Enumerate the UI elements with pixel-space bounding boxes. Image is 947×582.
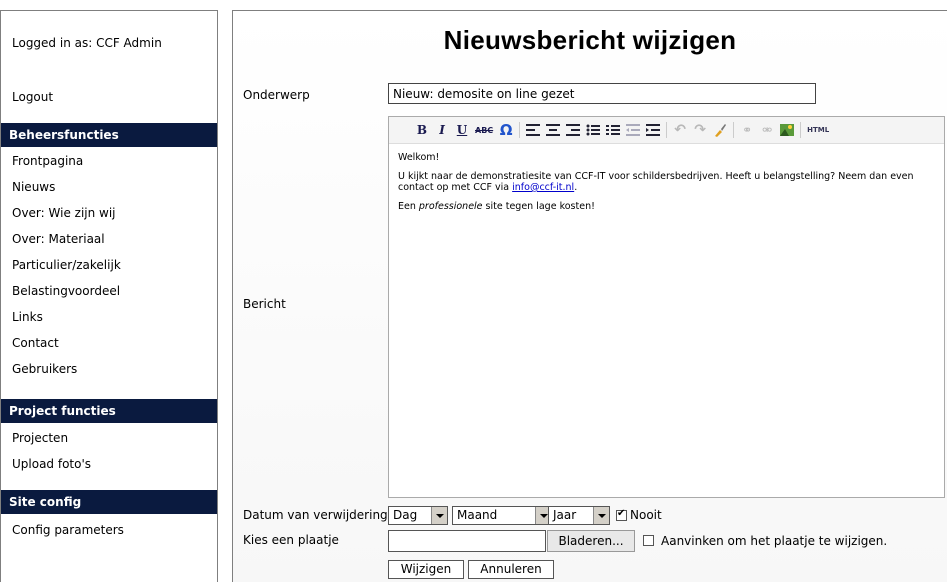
submit-button[interactable]: Wijzigen bbox=[388, 560, 464, 579]
cleanup-brush-icon[interactable] bbox=[713, 122, 727, 138]
editor-toolbar: B I U ABC Ω ↶ ↷ ⚭ ⚮ HTML bbox=[389, 117, 944, 144]
strikethrough-button[interactable]: ABC bbox=[475, 122, 493, 138]
sidebar-item-projecten[interactable]: Projecten bbox=[1, 425, 217, 451]
month-select-value: Maand bbox=[457, 508, 498, 522]
undo-icon[interactable]: ↶ bbox=[673, 122, 687, 138]
never-label: Nooit bbox=[630, 508, 662, 522]
italic-button[interactable]: I bbox=[435, 122, 449, 138]
chevron-down-icon bbox=[593, 507, 609, 524]
subject-input[interactable] bbox=[388, 83, 816, 104]
logged-in-text: Logged in as: CCF Admin bbox=[12, 36, 162, 50]
section-header-beheersfuncties: Beheersfuncties bbox=[1, 123, 217, 147]
image-label: Kies een plaatje bbox=[243, 533, 339, 547]
sidebar: Logged in as: CCF Admin Logout Beheersfu… bbox=[0, 10, 218, 582]
never-checkbox[interactable] bbox=[616, 508, 627, 521]
section-header-site-config: Site config bbox=[1, 490, 217, 514]
section-list-beheersfuncties: Frontpagina Nieuws Over: Wie zijn wij Ov… bbox=[1, 148, 217, 382]
editor-paragraph: U kijkt naar de demonstratiesite van CCF… bbox=[398, 171, 935, 193]
sidebar-item-materiaal[interactable]: Over: Materiaal bbox=[1, 226, 217, 252]
section-list-site-config: Config parameters bbox=[1, 517, 217, 543]
html-source-button[interactable]: HTML bbox=[807, 122, 829, 138]
align-center-icon[interactable] bbox=[546, 122, 561, 138]
bold-button[interactable]: B bbox=[415, 122, 429, 138]
sidebar-item-nieuws[interactable]: Nieuws bbox=[1, 174, 217, 200]
change-image-checkbox[interactable] bbox=[643, 535, 654, 546]
editor-text: U kijkt naar de demonstratiesite van CCF… bbox=[398, 171, 914, 193]
underline-button[interactable]: U bbox=[455, 122, 469, 138]
editor-text: site tegen lage kosten! bbox=[482, 201, 595, 212]
sidebar-item-links[interactable]: Links bbox=[1, 304, 217, 330]
page-title: Nieuwsbericht wijzigen bbox=[443, 25, 737, 55]
chevron-down-icon bbox=[431, 507, 447, 524]
align-right-icon[interactable] bbox=[566, 122, 581, 138]
sidebar-item-wie-zijn-wij[interactable]: Over: Wie zijn wij bbox=[1, 200, 217, 226]
subject-label: Onderwerp bbox=[243, 88, 310, 102]
sidebar-item-particulier-zakelijk[interactable]: Particulier/zakelijk bbox=[1, 252, 217, 278]
sidebar-item-frontpagina[interactable]: Frontpagina bbox=[1, 148, 217, 174]
sidebar-item-gebruikers[interactable]: Gebruikers bbox=[1, 356, 217, 382]
editor-paragraph: Welkom! bbox=[398, 152, 440, 163]
sidebar-item-upload-fotos[interactable]: Upload foto's bbox=[1, 451, 217, 477]
day-select-value: Dag bbox=[393, 508, 418, 522]
sidebar-item-contact[interactable]: Contact bbox=[1, 330, 217, 356]
indent-icon[interactable] bbox=[646, 122, 661, 138]
main-panel: Nieuwsbericht wijzigen Onderwerp Bericht… bbox=[232, 10, 947, 582]
toolbar-separator bbox=[519, 122, 521, 138]
link-icon[interactable]: ⚭ bbox=[740, 122, 754, 138]
toolbar-separator bbox=[733, 122, 735, 138]
change-image-label: Aanvinken om het plaatje te wijzigen. bbox=[661, 534, 888, 548]
cancel-button[interactable]: Annuleren bbox=[468, 560, 554, 579]
unlink-icon[interactable]: ⚮ bbox=[760, 122, 774, 138]
rich-text-editor: B I U ABC Ω ↶ ↷ ⚭ ⚮ HTML Welkom! U kijkt… bbox=[388, 116, 945, 498]
year-select-value: Jaar bbox=[553, 508, 577, 522]
editor-text: . bbox=[574, 182, 578, 193]
sidebar-item-belastingvoordeel[interactable]: Belastingvoordeel bbox=[1, 278, 217, 304]
image-icon[interactable] bbox=[780, 122, 795, 138]
outdent-icon[interactable] bbox=[626, 122, 641, 138]
editor-text: Een bbox=[398, 201, 419, 212]
editor-paragraph: Een professionele site tegen lage kosten… bbox=[398, 201, 935, 212]
align-left-icon[interactable] bbox=[526, 122, 541, 138]
email-link[interactable]: info@ccf-it.nl bbox=[512, 182, 574, 193]
toolbar-separator bbox=[800, 122, 802, 138]
editor-content[interactable]: Welkom! U kijkt naar de demonstratiesite… bbox=[389, 144, 944, 228]
numbered-list-icon[interactable] bbox=[606, 122, 621, 138]
year-select[interactable]: Jaar bbox=[548, 506, 610, 525]
section-header-project-functies: Project functies bbox=[1, 399, 217, 423]
month-select[interactable]: Maand bbox=[452, 506, 552, 525]
sidebar-item-config-parameters[interactable]: Config parameters bbox=[1, 517, 217, 543]
special-char-button[interactable]: Ω bbox=[499, 121, 513, 139]
section-list-project-functies: Projecten Upload foto's bbox=[1, 425, 217, 477]
bullet-list-icon[interactable] bbox=[586, 122, 601, 138]
toolbar-separator bbox=[666, 122, 668, 138]
file-path-input[interactable] bbox=[388, 530, 546, 552]
removal-date-label: Datum van verwijdering bbox=[243, 508, 388, 522]
logout-link[interactable]: Logout bbox=[1, 90, 53, 104]
browse-button[interactable]: Bladeren... bbox=[547, 530, 635, 552]
editor-emphasis: professionele bbox=[418, 201, 483, 212]
day-select[interactable]: Dag bbox=[388, 506, 448, 525]
message-label: Bericht bbox=[243, 297, 286, 311]
redo-icon[interactable]: ↷ bbox=[693, 122, 707, 138]
